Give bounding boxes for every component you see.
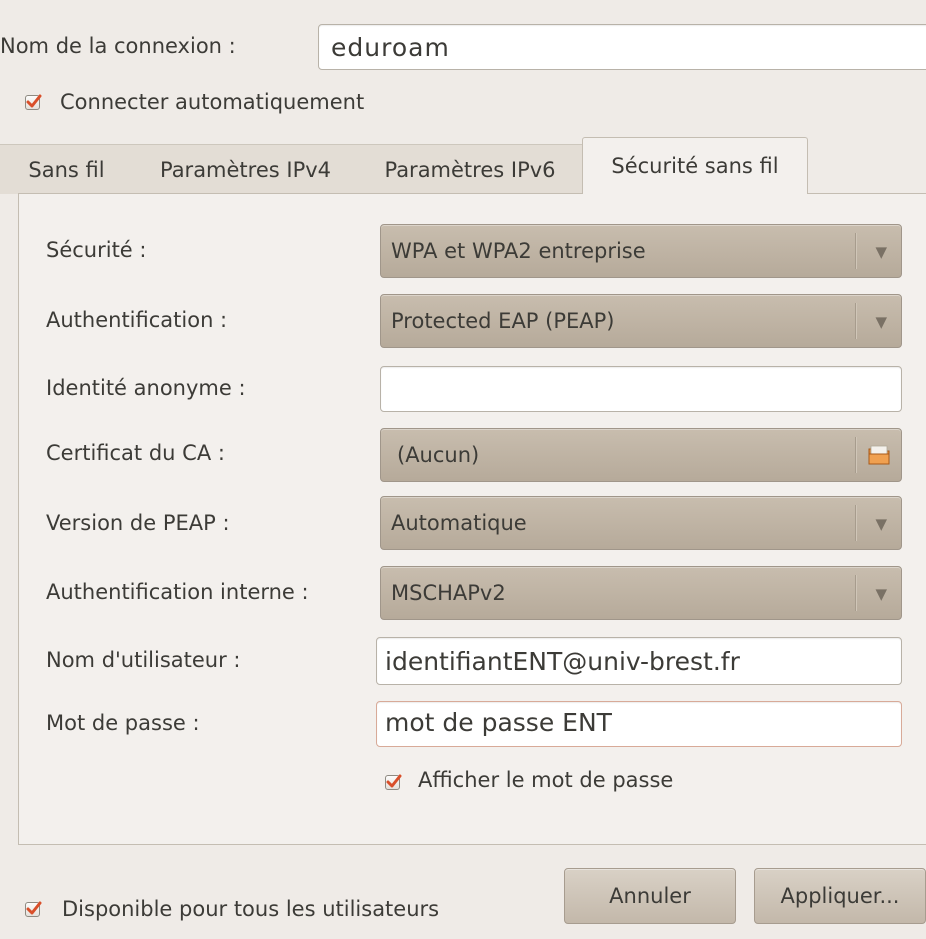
inner-auth-value: MSCHAPv2 (391, 581, 506, 605)
security-label: Sécurité : (46, 238, 147, 262)
connection-name-input[interactable]: eduroam (318, 24, 926, 70)
ca-cert-chooser[interactable]: (Aucun) (380, 428, 902, 482)
apply-button-label: Appliquer... (780, 884, 900, 908)
tab-sans-fil[interactable]: Sans fil (0, 144, 133, 194)
check-icon (386, 774, 402, 788)
connection-name-label: Nom de la connexion : (0, 34, 236, 58)
auth-value: Protected EAP (PEAP) (391, 309, 615, 333)
tab-strip-filler (808, 144, 926, 194)
username-value: identifiantENT@univ-brest.fr (385, 646, 740, 676)
tab-label: Paramètres IPv6 (384, 157, 556, 182)
tab-parametres-ipv4[interactable]: Paramètres IPv4 (133, 144, 358, 194)
combo-separator (855, 233, 857, 269)
auth-label: Authentification : (46, 308, 228, 332)
tab-securite-sans-fil[interactable]: Sécurité sans fil (582, 137, 808, 194)
inner-auth-combo[interactable]: MSCHAPv2 ▼ (380, 566, 902, 620)
username-input[interactable]: identifiantENT@univ-brest.fr (376, 637, 902, 685)
check-icon (26, 901, 42, 915)
security-value: WPA et WPA2 entreprise (391, 239, 646, 263)
tab-label: Paramètres IPv4 (159, 157, 332, 182)
peap-version-label: Version de PEAP : (46, 511, 230, 535)
triangle-down-icon: ▼ (875, 243, 887, 261)
cancel-button-label: Annuler (609, 884, 691, 908)
tab-label: Sécurité sans fil (611, 154, 779, 178)
security-combo[interactable]: WPA et WPA2 entreprise ▼ (380, 224, 902, 278)
connection-name-value: eduroam (331, 32, 450, 62)
all-users-checkbox[interactable] (25, 901, 42, 917)
auto-connect-checkbox[interactable] (25, 94, 42, 110)
tab-label: Sans fil (28, 157, 105, 182)
apply-button[interactable]: Appliquer... (754, 868, 926, 924)
peap-version-value: Automatique (391, 511, 527, 535)
anon-identity-label: Identité anonyme : (46, 376, 246, 400)
check-icon (26, 94, 42, 108)
show-password-checkbox[interactable] (385, 774, 402, 790)
combo-separator (855, 575, 857, 611)
password-value: mot de passe ENT (385, 708, 612, 737)
peap-version-combo[interactable]: Automatique ▼ (380, 496, 902, 550)
auth-combo[interactable]: Protected EAP (PEAP) ▼ (380, 294, 902, 348)
triangle-down-icon: ▼ (875, 515, 887, 533)
password-label: Mot de passe : (46, 711, 200, 735)
combo-separator (855, 505, 857, 541)
anon-identity-input[interactable] (380, 366, 902, 412)
show-password-label: Afficher le mot de passe (418, 768, 674, 792)
auto-connect-label: Connecter automatiquement (60, 90, 365, 114)
all-users-label: Disponible pour tous les utilisateurs (62, 897, 440, 921)
folder-icon (868, 445, 890, 465)
username-label: Nom d'utilisateur : (46, 648, 241, 672)
triangle-down-icon: ▼ (875, 313, 887, 331)
tab-parametres-ipv6[interactable]: Paramètres IPv6 (358, 144, 582, 194)
cancel-button[interactable]: Annuler (564, 868, 736, 924)
ca-cert-value: (Aucun) (397, 443, 480, 467)
combo-separator (855, 303, 857, 339)
triangle-down-icon: ▼ (875, 585, 887, 603)
chooser-separator (855, 437, 857, 473)
inner-auth-label: Authentification interne : (46, 580, 309, 604)
password-input[interactable]: mot de passe ENT (376, 701, 902, 747)
ca-cert-label: Certificat du CA : (46, 441, 225, 465)
